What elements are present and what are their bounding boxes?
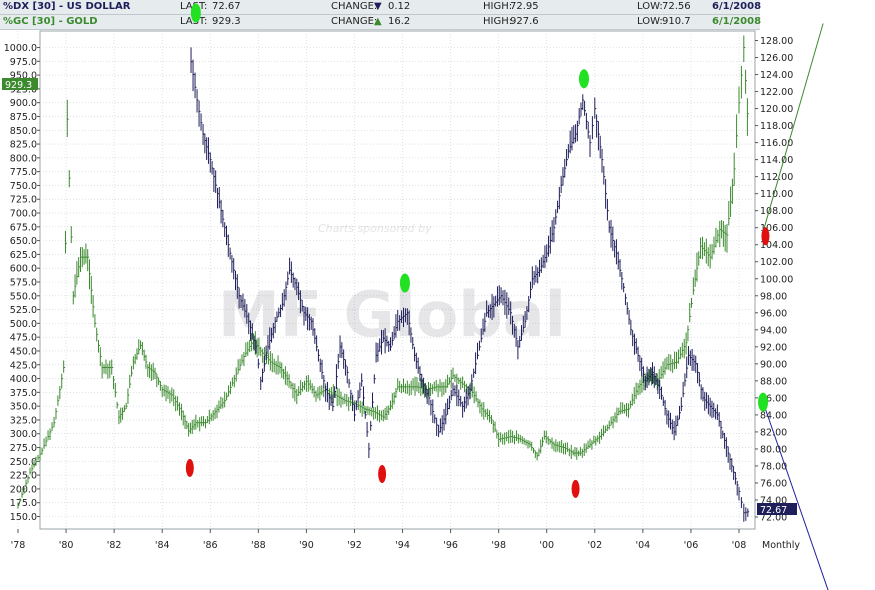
x-axis-tick-label: '00 — [539, 540, 554, 551]
red-marker — [185, 458, 194, 477]
right-axis-tick-label: 100.00 — [760, 274, 793, 285]
right-axis-tick-label: 98.00 — [760, 291, 787, 302]
right-axis-tick-label: 90.00 — [760, 359, 787, 370]
left-axis-tick-label: 225.0 — [10, 471, 37, 482]
left-axis-tick-label: 775.0 — [10, 167, 37, 178]
left-axis-tick-label: 800.0 — [10, 153, 37, 164]
x-axis-tick-label: '92 — [347, 540, 362, 551]
left-axis-tick-label: 575.0 — [10, 278, 37, 289]
green-marker — [190, 3, 201, 23]
left-axis-tick-label: 450.0 — [10, 346, 37, 357]
right-axis-tick-label: 110.00 — [760, 189, 793, 200]
right-axis-tick-label: 108.00 — [760, 206, 793, 217]
right-axis-tick-label: 102.00 — [760, 257, 793, 268]
right-axis-tick-label: 120.00 — [760, 104, 793, 115]
left-axis-tick-label: 175.0 — [10, 498, 37, 509]
gold-last-tag: 929.3 — [2, 78, 38, 91]
x-axis-tick-label: '98 — [491, 540, 506, 551]
x-axis-tick-label: '04 — [636, 540, 651, 551]
left-axis-tick-label: 600.0 — [10, 264, 37, 275]
x-axis-tick-label: '82 — [107, 540, 122, 551]
left-axis-tick-label: 625.0 — [10, 250, 37, 261]
left-axis-tick-label: 400.0 — [10, 374, 37, 385]
left-axis-tick-label: 375.0 — [10, 388, 37, 399]
left-axis-tick-label: 325.0 — [10, 415, 37, 426]
x-axis-tick-label: '78 — [11, 540, 26, 551]
left-axis-tick-label: 150.0 — [10, 512, 37, 523]
green-marker — [578, 69, 589, 89]
x-axis-tick-label: '94 — [395, 540, 410, 551]
right-axis-tick-label: 96.00 — [760, 308, 787, 319]
gold-vs-dollar-chart: Charts sponsored by MF Global 150.0175.0… — [2, 3, 829, 590]
right-axis-tick-label: 128.00 — [760, 36, 793, 47]
x-axis-tick-label: '86 — [203, 540, 218, 551]
left-axis-tick-label: 1000.0 — [4, 43, 37, 54]
left-axis-tick-label: 425.0 — [10, 360, 37, 371]
right-axis-tick-label: 94.00 — [760, 325, 787, 336]
right-axis-tick-label: 124.00 — [760, 70, 793, 81]
right-axis-tick-label: 84.00 — [760, 410, 787, 421]
left-axis: 150.0 175.0 200.0 225.0 250.0 275.0 300.0 325.0… — [4, 43, 40, 523]
x-axis-tick-label: '90 — [299, 540, 314, 551]
left-axis-tick-label: 750.0 — [10, 181, 37, 192]
left-axis-tick-label: 850.0 — [10, 126, 37, 137]
right-axis-tick-label: 76.00 — [760, 478, 787, 489]
x-axis-tick-label: '96 — [443, 540, 458, 551]
right-axis-tick-label: 114.00 — [760, 155, 793, 166]
red-marker — [378, 465, 387, 484]
x-axis-tick-label: '80 — [59, 540, 74, 551]
red-marker — [761, 227, 770, 246]
right-axis-tick-label: 80.00 — [760, 444, 787, 455]
left-axis-tick-label: 300.0 — [10, 429, 37, 440]
dollar-last-tag: 72.67 — [757, 503, 797, 516]
left-axis-tick-label: 825.0 — [10, 140, 37, 151]
left-axis-tick-label: 975.0 — [10, 57, 37, 68]
left-axis-tick-label: 275.0 — [10, 443, 37, 454]
red-marker — [571, 479, 580, 498]
x-axis-tick-label: '84 — [155, 540, 170, 551]
right-axis-tick-label: 78.00 — [760, 461, 787, 472]
left-axis-tick-label: 550.0 — [10, 291, 37, 302]
x-axis-tick-label: '06 — [684, 540, 699, 551]
x-axis: '78 '80 '82 '84 '86 '88 '90 '92 '94 '96 '98 '00 '02 '… — [11, 529, 747, 551]
right-axis-tick-label: 112.00 — [760, 172, 793, 183]
right-axis-tick-label: 122.00 — [760, 87, 793, 98]
right-axis: 72.0074.0076.0078.0080.0082.0084.0086.00… — [755, 36, 793, 524]
left-axis-tick-label: 900.0 — [10, 98, 37, 109]
left-axis-tick-label: 875.0 — [10, 112, 37, 123]
left-axis-tick-label: 475.0 — [10, 333, 37, 344]
watermark-sponsor-text: Charts sponsored by — [318, 222, 432, 235]
x-period-label: Monthly — [762, 540, 800, 551]
right-axis-tick-label: 92.00 — [760, 342, 787, 353]
left-axis-tick-label: 700.0 — [10, 209, 37, 220]
green-marker — [758, 392, 769, 412]
right-axis-tick-label: 118.00 — [760, 121, 793, 132]
green-marker — [399, 273, 410, 293]
left-axis-tick-label: 525.0 — [10, 305, 37, 316]
left-axis-tick-label: 350.0 — [10, 402, 37, 413]
x-axis-tick-label: '08 — [732, 540, 747, 551]
left-axis-tick-label: 650.0 — [10, 236, 37, 247]
right-axis-tick-label: 126.00 — [760, 53, 793, 64]
x-axis-tick-label: '88 — [251, 540, 266, 551]
left-axis-tick-label: 675.0 — [10, 222, 37, 233]
x-axis-tick-label: '02 — [587, 540, 602, 551]
dollar-last-tag-text: 72.67 — [760, 505, 787, 516]
right-axis-tick-label: 88.00 — [760, 376, 787, 387]
left-axis-tick-label: 200.0 — [10, 484, 37, 495]
left-axis-tick-label: 250.0 — [10, 457, 37, 468]
left-axis-tick-label: 500.0 — [10, 319, 37, 330]
left-axis-tick-label: 725.0 — [10, 195, 37, 206]
gold-last-tag-text: 929.3 — [5, 80, 32, 91]
